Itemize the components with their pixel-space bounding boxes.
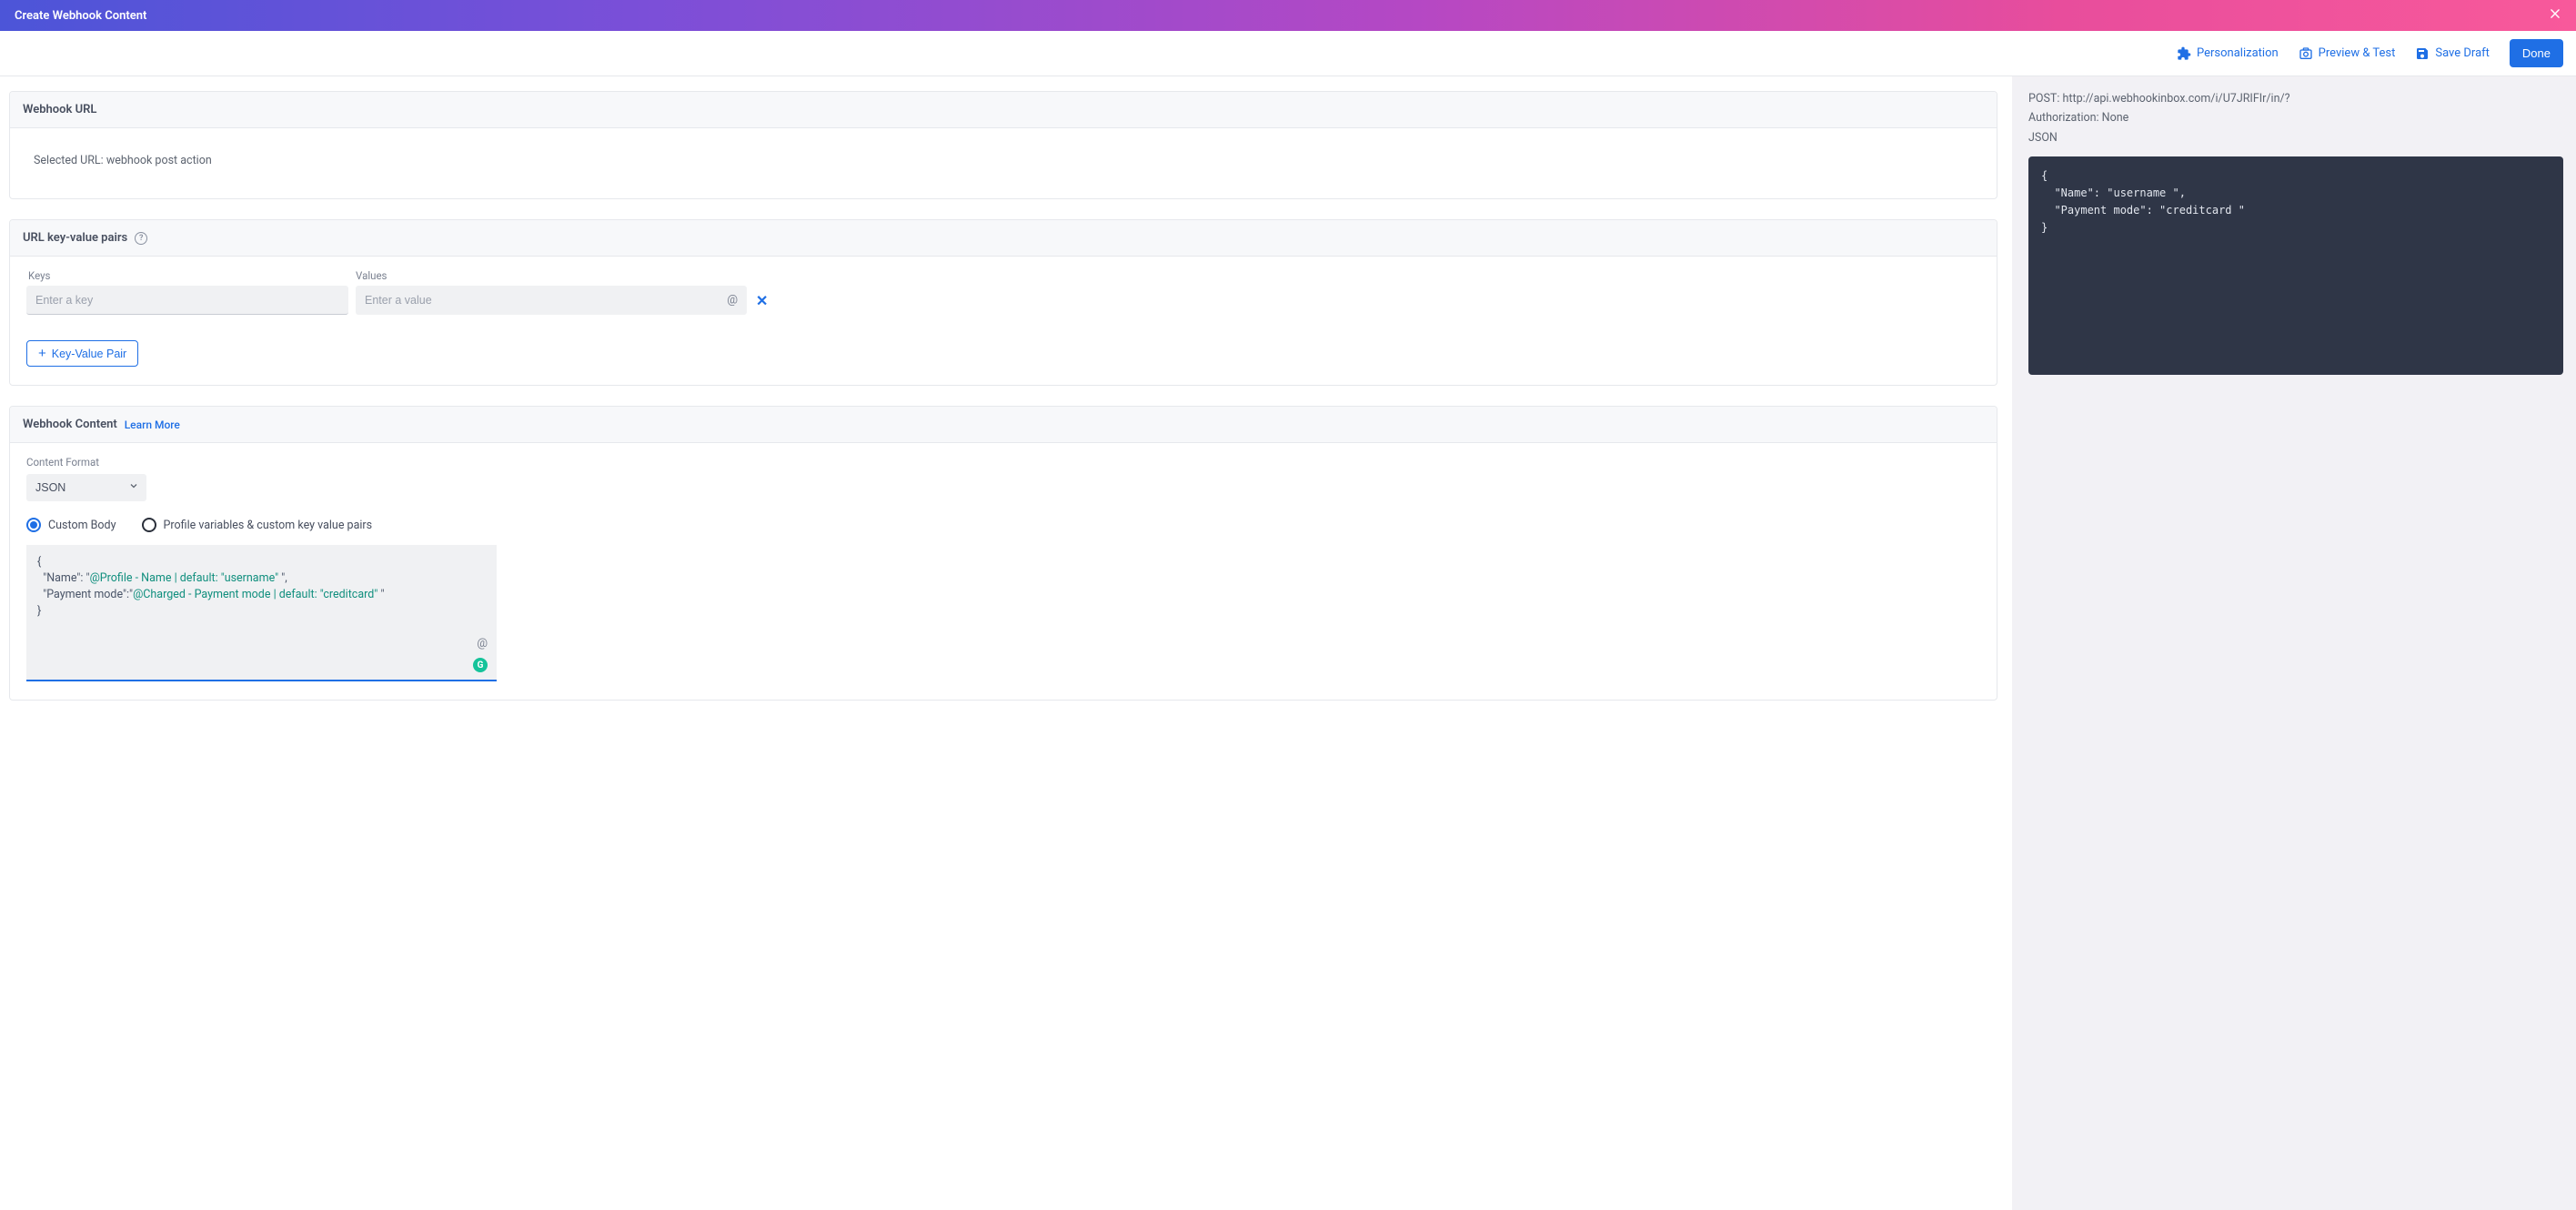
radio-profile-vars[interactable]: Profile variables & custom key value pai…	[142, 518, 373, 532]
add-kv-button[interactable]: + Key-Value Pair	[26, 340, 138, 367]
preview-auth-row: Authorization: None	[2028, 108, 2563, 127]
cb-token-payment: @Charged - Payment mode | default: "cred…	[133, 588, 380, 601]
camera-icon	[2299, 46, 2313, 61]
custom-body-editor[interactable]: { "Name": "@Profile - Name | default: "u…	[26, 545, 497, 681]
add-kv-label: Key-Value Pair	[52, 348, 126, 360]
selected-url-value: webhook post action	[106, 154, 212, 167]
preview-code: { "Name": "username ", "Payment mode": "…	[2028, 156, 2563, 375]
preview-method-label: POST:	[2028, 92, 2059, 106]
radio-profile-label: Profile variables & custom key value pai…	[164, 519, 373, 532]
preview-format: JSON	[2028, 128, 2563, 147]
preview-test-label: Preview & Test	[2319, 46, 2396, 60]
save-draft-label: Save Draft	[2435, 46, 2490, 60]
webhook-url-title: Webhook URL	[23, 103, 96, 116]
personalization-button[interactable]: Personalization	[2177, 46, 2279, 61]
keys-label: Keys	[26, 269, 348, 282]
cb-line-open: {	[37, 554, 486, 570]
kv-title: URL key-value pairs	[23, 231, 127, 245]
personalization-label: Personalization	[2197, 46, 2279, 60]
value-input[interactable]	[356, 286, 747, 315]
values-label: Values	[356, 269, 387, 282]
preview-url: http://api.webhookinbox.com/i/U7JRIFIr/i…	[2063, 92, 2290, 106]
modal-header: Create Webhook Content	[0, 0, 2576, 31]
at-icon[interactable]: @	[727, 294, 738, 308]
kv-section: URL key-value pairs ? Keys Values @ ✕	[9, 219, 1997, 386]
preview-pane: POST: http://api.webhookinbox.com/i/U7JR…	[2012, 76, 2576, 1210]
preview-auth-label: Authorization:	[2028, 111, 2099, 125]
radio-custom-body[interactable]: Custom Body	[26, 518, 116, 532]
selected-url-label: Selected URL:	[34, 154, 104, 167]
kv-header: URL key-value pairs ?	[10, 220, 1997, 257]
learn-more-link[interactable]: Learn More	[125, 418, 180, 431]
close-icon[interactable]	[2549, 7, 2561, 24]
help-icon[interactable]: ?	[135, 232, 147, 245]
at-icon[interactable]: @	[477, 637, 488, 650]
radio-unchecked-icon	[142, 518, 156, 532]
content-title: Webhook Content	[23, 418, 117, 431]
toolbar: Personalization Preview & Test Save Draf…	[0, 31, 2576, 76]
kv-row: @ ✕	[26, 286, 1980, 315]
puzzle-icon	[2177, 46, 2191, 61]
preview-test-button[interactable]: Preview & Test	[2299, 46, 2396, 61]
key-input[interactable]	[26, 286, 348, 315]
content-format-select[interactable]: JSON	[26, 474, 146, 501]
remove-kv-icon[interactable]: ✕	[754, 292, 770, 309]
radio-checked-icon	[26, 518, 41, 532]
preview-method-row: POST: http://api.webhookinbox.com/i/U7JR…	[2028, 89, 2563, 108]
content-header: Webhook Content Learn More	[10, 407, 1997, 443]
cb-line-close: }	[37, 603, 486, 620]
cb-token-name: @Profile - Name | default: "username"	[90, 571, 282, 585]
modal-title: Create Webhook Content	[15, 9, 146, 23]
webhook-url-header: Webhook URL	[10, 92, 1997, 128]
save-icon	[2415, 46, 2430, 61]
done-button[interactable]: Done	[2510, 39, 2563, 67]
grammarly-icon: G	[473, 658, 488, 672]
selected-url-row: Selected URL: webhook post action	[26, 141, 1980, 180]
radio-custom-label: Custom Body	[48, 519, 116, 532]
preview-auth-value: None	[2102, 111, 2129, 125]
save-draft-button[interactable]: Save Draft	[2415, 46, 2490, 61]
plus-icon: +	[38, 347, 46, 360]
content-section: Webhook Content Learn More Content Forma…	[9, 406, 1997, 701]
webhook-url-section: Webhook URL Selected URL: webhook post a…	[9, 91, 1997, 199]
content-format-label: Content Format	[26, 456, 1980, 469]
